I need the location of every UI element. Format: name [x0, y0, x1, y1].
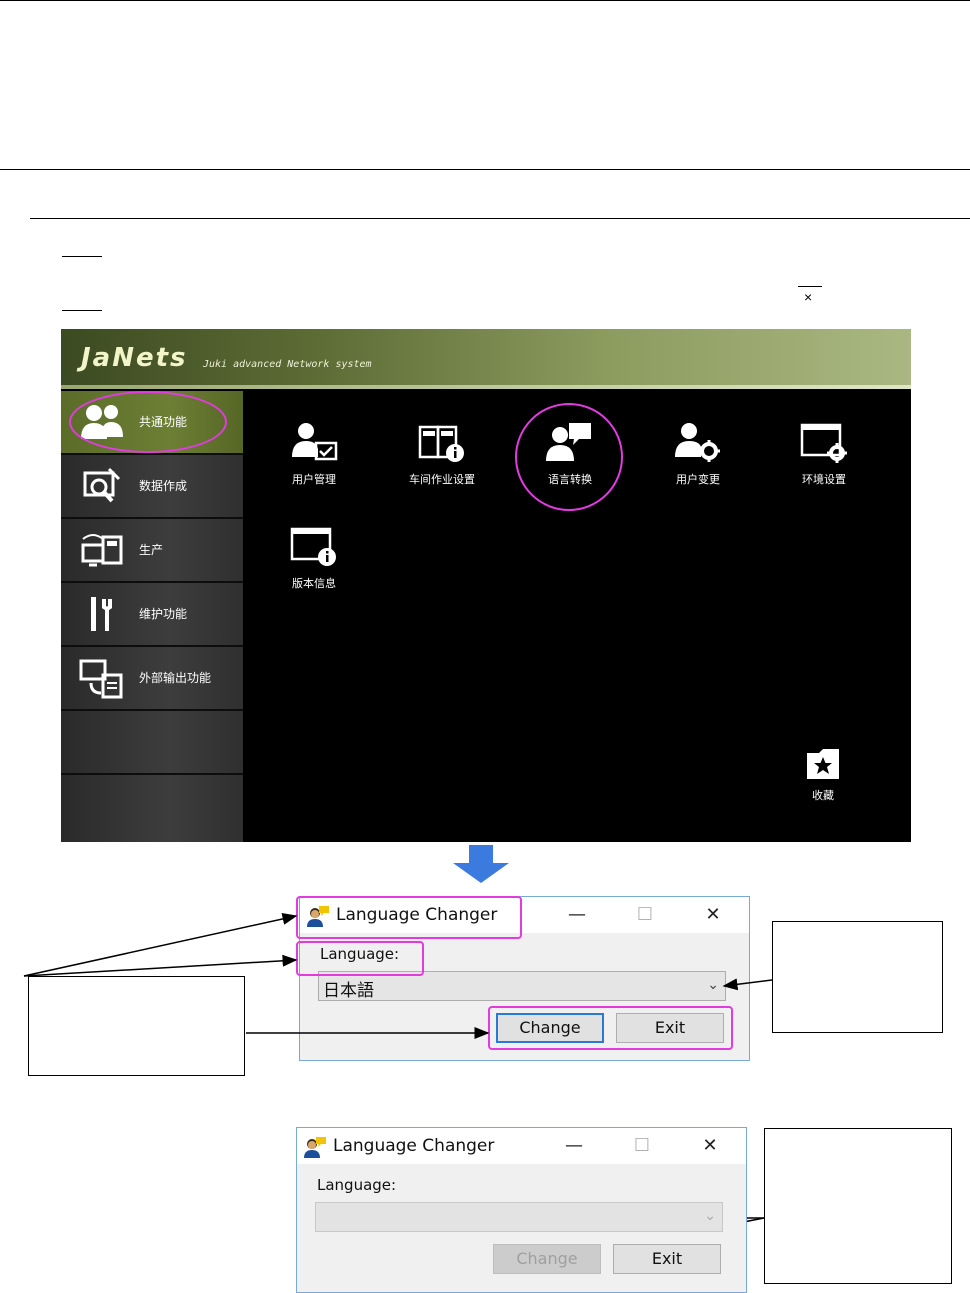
favorites-label: 收藏	[812, 789, 834, 802]
tile-version-info[interactable]: 版本信息	[259, 525, 369, 615]
tile-label: 车间作业设置	[409, 473, 475, 486]
external-output-icon	[79, 659, 123, 699]
user-change-icon	[675, 423, 720, 462]
sidebar-item-external-output[interactable]: 外部输出功能	[61, 647, 243, 711]
sidebar-item-empty-1[interactable]	[61, 711, 243, 775]
maintenance-icon	[91, 597, 112, 631]
sidebar-item-label: 数据作成	[139, 479, 188, 493]
version-info-icon	[290, 527, 336, 566]
minimize-button[interactable]: —	[559, 1132, 589, 1160]
highlight-common-functions	[69, 391, 227, 453]
tile-label: 用户变更	[676, 473, 720, 486]
chevron-down-icon: ⌄	[704, 1207, 716, 1223]
short-rule-2	[62, 310, 102, 311]
tile-workshop-settings[interactable]: 车间作业设置	[387, 421, 497, 511]
short-rule-3	[798, 286, 822, 287]
close-button[interactable]: ✕	[695, 1132, 725, 1160]
language-select[interactable]: ⌄	[315, 1202, 723, 1232]
dialog-titlebar[interactable]: Language Changer — ☐ ✕	[297, 1128, 746, 1164]
tile-user-change[interactable]: 用户变更	[643, 421, 753, 511]
workshop-settings-icon	[418, 425, 464, 462]
sidebar: 共通功能 数据作成 生产 维护功能 外部输出功能	[61, 391, 243, 842]
janets-logo: JaNets	[81, 343, 188, 373]
favorites-folder-icon	[807, 749, 839, 779]
sidebar-item-production[interactable]: 生产	[61, 519, 243, 583]
tile-label: 用户管理	[292, 473, 336, 486]
language-label: Language:	[317, 1176, 397, 1194]
user-management-icon	[292, 423, 338, 461]
language-changer-dialog-disabled: Language Changer — ☐ ✕ Language: ⌄ Chang…	[296, 1127, 747, 1293]
janets-header: JaNets Juki advanced Network system	[61, 329, 911, 389]
highlight-language-switch	[515, 403, 623, 511]
language-changer-app-icon	[304, 1137, 326, 1158]
janets-subtitle: Juki advanced Network system	[203, 359, 372, 370]
sidebar-item-data-creation[interactable]: 数据作成	[61, 455, 243, 519]
short-rule-1	[62, 256, 102, 257]
tile-label: 版本信息	[292, 577, 336, 590]
sidebar-item-maintenance[interactable]: 维护功能	[61, 583, 243, 647]
sidebar-item-label: 维护功能	[139, 607, 188, 621]
sidebar-item-label: 生产	[139, 543, 164, 557]
environment-settings-icon	[800, 423, 847, 463]
data-create-icon	[83, 467, 121, 503]
document-close-mark: ×	[804, 289, 813, 305]
change-button[interactable]: Change	[493, 1244, 601, 1274]
production-icon	[81, 534, 123, 567]
tile-environment-settings[interactable]: 环境设置	[769, 421, 879, 511]
section-divider-2	[30, 218, 970, 219]
tile-label: 环境设置	[802, 473, 846, 486]
section-divider-1	[0, 169, 970, 170]
favorites-button[interactable]: 收藏	[768, 747, 878, 837]
dialog-title: Language Changer	[333, 1136, 495, 1156]
maximize-button[interactable]: ☐	[627, 1132, 657, 1160]
tile-user-management[interactable]: 用户管理	[259, 421, 369, 511]
top-border-line	[0, 0, 970, 1]
sidebar-item-label: 外部输出功能	[139, 671, 212, 685]
sidebar-item-empty-2[interactable]	[61, 775, 243, 842]
down-arrow-icon	[453, 845, 509, 883]
exit-button[interactable]: Exit	[613, 1244, 721, 1274]
